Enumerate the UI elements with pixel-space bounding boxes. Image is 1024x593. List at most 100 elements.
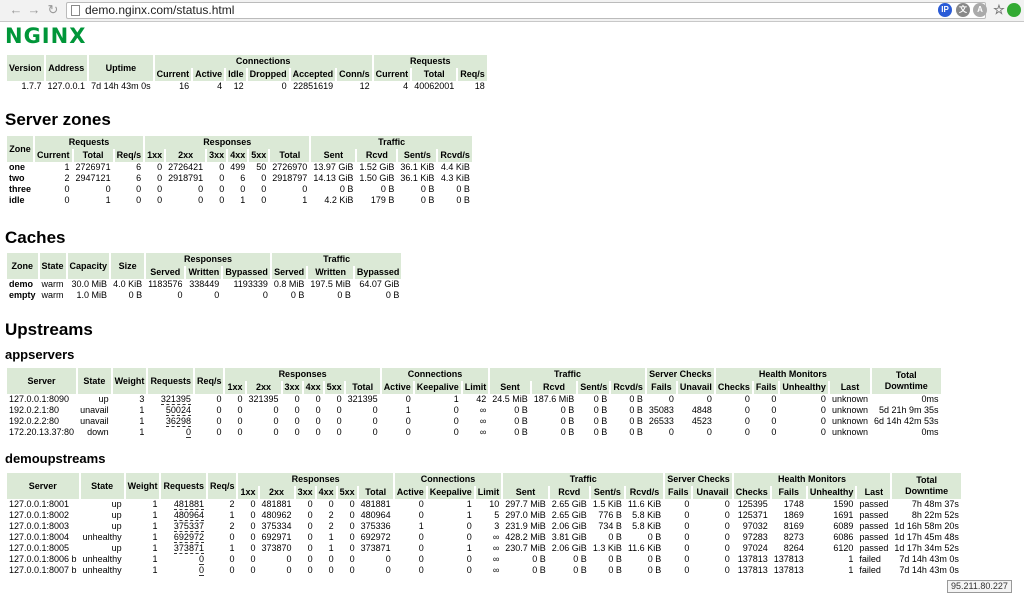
upstream-cell: 0 xyxy=(724,543,730,553)
server-requests-link[interactable]: 36298 xyxy=(165,416,191,427)
group-responses: Responses xyxy=(225,368,380,381)
upstream-title-demoupstreams: demoupstreams xyxy=(5,451,106,466)
server-requests-link[interactable]: 0 xyxy=(185,427,191,438)
upstream-cell: 137813 xyxy=(773,554,804,564)
server-requests-link[interactable]: 0 xyxy=(198,554,204,565)
zone-cell: 14.13 GiB xyxy=(313,173,354,183)
zone-cell: 0 B xyxy=(380,184,395,194)
header-4xx: 4xx xyxy=(303,381,323,394)
server-requests[interactable]: 321395 xyxy=(148,394,193,405)
cache-cell: 64.07 GiB xyxy=(359,279,400,289)
zoom-icon[interactable]: A xyxy=(973,3,987,17)
zone-cell: 0 xyxy=(157,195,163,205)
zone-cell: 1 xyxy=(240,195,246,205)
header-unhealthy: Unhealthy xyxy=(807,486,856,499)
header-fails: Fails xyxy=(646,381,676,394)
header-fails: Fails xyxy=(665,486,692,499)
server-state: unavail xyxy=(80,416,109,426)
server-requests[interactable]: 481881 xyxy=(161,499,206,510)
upstream-server-row: 192.0.2.1:80 unavail 1 50024 0 0 0 0 0 0 0 1 0 ∞ 0 B 0 … xyxy=(7,405,941,416)
zone-cell: 0 xyxy=(302,184,308,194)
header-reqs: Req/s xyxy=(114,149,144,162)
zone-cell: 0 xyxy=(240,184,246,194)
zone-cell: 4.4 KiB xyxy=(440,162,470,172)
server-address: 127.0.0.1:8002 xyxy=(9,510,70,520)
summary-cell: 127.0.0.1 xyxy=(47,81,86,91)
header-bypassed: Bypassed xyxy=(354,266,402,279)
upstream-cell: 0 xyxy=(336,427,342,437)
upstream-cell: 0 xyxy=(418,565,424,575)
zone-cell: 2918791 xyxy=(168,173,204,183)
summary-cell: 7d 14h 43m 0s xyxy=(91,81,151,91)
page-icon xyxy=(71,5,80,16)
group-connections: Connections xyxy=(381,368,489,381)
zone-cell: 2918797 xyxy=(272,173,308,183)
server-requests[interactable]: 50024 xyxy=(148,405,193,416)
header-served: Served xyxy=(271,266,307,279)
server-address: 127.0.0.1:8006 b xyxy=(9,554,77,564)
forward-icon[interactable]: → xyxy=(26,2,42,18)
summary-cell: 18 xyxy=(474,81,485,91)
upstream-cell: 0 xyxy=(466,532,472,542)
server-requests-link[interactable]: 692972 xyxy=(173,532,204,543)
server-requests[interactable]: 0 xyxy=(161,554,206,565)
upstream-cell: 0 xyxy=(250,565,256,575)
reload-icon[interactable]: ↻ xyxy=(45,2,61,18)
server-requests[interactable]: 375337 xyxy=(161,521,206,532)
upstream-cell: 8264 xyxy=(783,543,804,553)
upstream-cell: 125395 xyxy=(737,499,768,509)
upstream-cell: 0 xyxy=(372,416,378,426)
extension-green-icon[interactable] xyxy=(1007,3,1021,17)
cache-cell: 0 xyxy=(262,290,268,300)
header-written: Written xyxy=(308,266,353,279)
upstream-cell: 2 xyxy=(328,510,334,520)
header-3xx: 3xx xyxy=(282,381,302,394)
health-last: passed xyxy=(859,510,889,520)
server-requests[interactable]: 36298 xyxy=(148,416,193,427)
zone-cell: 1 xyxy=(105,195,111,205)
server-requests-link[interactable]: 321395 xyxy=(160,394,191,405)
cache-cell: 0 B xyxy=(385,290,400,300)
zone-cell: 179 B xyxy=(370,195,395,205)
header-2xx: 2xx xyxy=(259,486,294,499)
upstream-cell: 0 xyxy=(684,543,690,553)
server-requests-link[interactable]: 0 xyxy=(198,565,204,576)
upstream-cell: 0 xyxy=(684,554,690,564)
upstream-cell: 2 xyxy=(229,521,235,531)
server-requests-link[interactable]: 373871 xyxy=(173,543,204,554)
server-requests[interactable]: 0 xyxy=(161,565,206,576)
upstream-cell: 0 xyxy=(286,554,292,564)
upstream-cell: 0 xyxy=(820,394,826,404)
upstream-cell: 0 xyxy=(307,565,313,575)
upstream-cell: 321395 xyxy=(248,394,279,404)
address-bar[interactable]: demo.nginx.com/status.html xyxy=(66,2,986,19)
back-icon[interactable]: ← xyxy=(8,2,24,18)
zone-cell: 0 B xyxy=(420,184,435,194)
upstream-cell: 0 B xyxy=(532,565,546,575)
upstream-cell: 0 xyxy=(724,565,730,575)
bookmark-star-icon[interactable]: ☆ xyxy=(992,3,1006,17)
upstream-cell: 0 xyxy=(372,405,378,415)
server-requests[interactable]: 0 xyxy=(148,427,193,438)
header-total-downtime: Total Downtime xyxy=(892,473,961,499)
server-requests-link[interactable]: 375337 xyxy=(173,521,204,532)
upstream-cell: 0 xyxy=(744,394,750,404)
server-requests[interactable]: 480964 xyxy=(161,510,206,521)
server-requests[interactable]: 373871 xyxy=(161,543,206,554)
server-address: 127.0.0.1:8007 b xyxy=(9,565,77,575)
server-requests-link[interactable]: 481881 xyxy=(173,499,204,510)
section-title-server-zones: Server zones xyxy=(5,110,111,129)
translate-icon[interactable]: 文 xyxy=(956,3,970,17)
upstream-cell: 0 B xyxy=(560,416,575,426)
server-requests-link[interactable]: 50024 xyxy=(165,405,191,416)
server-requests-link[interactable]: 480964 xyxy=(173,510,204,521)
header-rcvds: Rcvd/s xyxy=(438,149,472,162)
header-rcvds: Rcvd/s xyxy=(611,381,645,394)
zone-cell: 0 xyxy=(198,195,204,205)
header-5xx: 5xx xyxy=(324,381,344,394)
server-requests[interactable]: 692972 xyxy=(161,532,206,543)
extension-ip-icon[interactable]: IP xyxy=(938,3,952,17)
header-idle: Idle xyxy=(226,68,246,81)
upstream-cell: 3 xyxy=(494,521,500,531)
upstream-cell: 2.65 GiB xyxy=(551,499,587,509)
